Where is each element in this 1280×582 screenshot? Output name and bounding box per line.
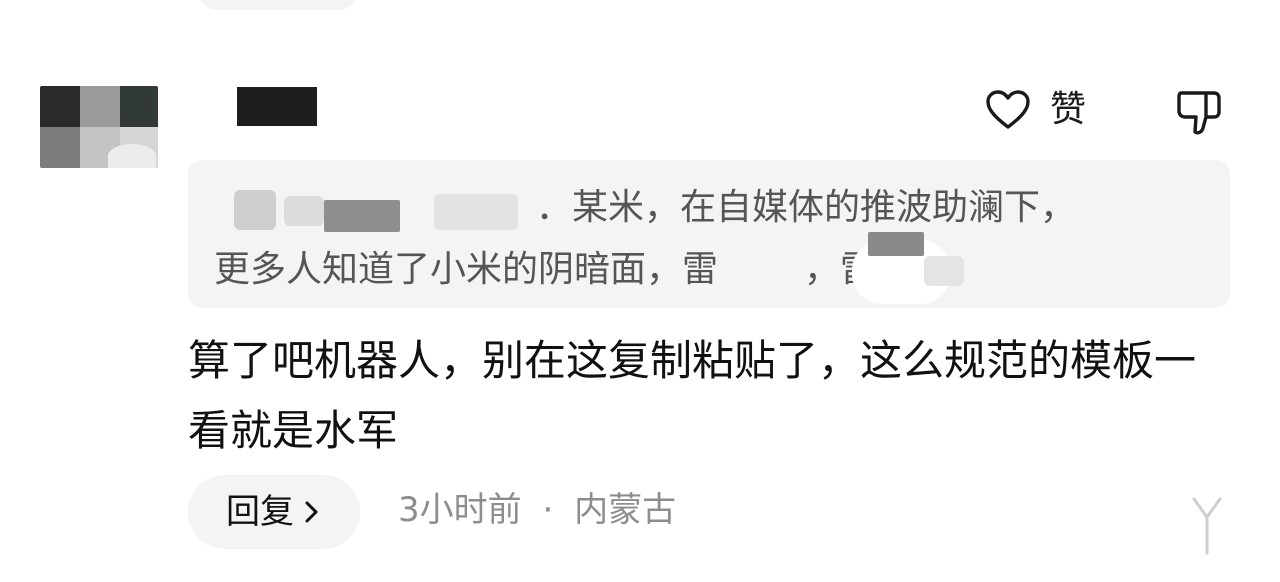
collapse-arrow-icon[interactable] — [1190, 495, 1224, 557]
like-button[interactable]: 赞 — [984, 82, 1086, 138]
ip-location: 内蒙古 — [574, 490, 677, 530]
previous-comment-pill — [198, 0, 358, 10]
quoted-text-line: ．某米，在自媒体的推波助澜下， — [536, 187, 1077, 228]
avatar-pixel — [40, 86, 80, 127]
timestamp: 3小时前 — [398, 490, 522, 530]
avatar-glint — [108, 144, 156, 168]
quoted-text-line: 更多人知道了小米的阴暗面，雷，雷买... — [214, 252, 946, 288]
chevron-right-icon — [305, 501, 318, 523]
redaction-blur — [868, 232, 924, 256]
comment-body: 算了吧机器人，别在这复制粘贴了，这么规范的模板一看就是水军 — [188, 336, 1197, 455]
comment-screen: 赞 ．某米，在自媒体的推波助澜下， 更多人知道了小米的阴暗面，雷，雷买... 算… — [0, 0, 1280, 582]
username-redacted[interactable] — [237, 87, 317, 126]
comment-meta: 3小时前 · 内蒙古 — [398, 493, 676, 527]
redaction-blur — [284, 196, 324, 226]
avatar[interactable] — [40, 86, 158, 168]
avatar-pixel — [40, 127, 80, 168]
reply-button[interactable]: 回复 — [188, 475, 360, 549]
meta-separator: · — [542, 490, 554, 530]
thumbs-down-icon[interactable] — [1170, 84, 1226, 140]
avatar-pixel — [80, 86, 120, 127]
redaction-blur — [434, 194, 518, 230]
redaction-blur — [234, 190, 276, 230]
quoted-comment[interactable]: ．某米，在自媒体的推波助澜下， 更多人知道了小米的阴暗面，雷，雷买... — [188, 160, 1230, 308]
reply-label: 回复 — [226, 492, 294, 532]
avatar-pixel — [120, 86, 158, 127]
quoted-text-start: 更多人知道了小米的阴暗面，雷 — [214, 249, 719, 290]
redaction-blur — [324, 200, 400, 232]
redaction-blur — [924, 256, 964, 286]
like-label: 赞 — [1050, 89, 1087, 130]
heart-outline-icon — [986, 90, 1030, 129]
